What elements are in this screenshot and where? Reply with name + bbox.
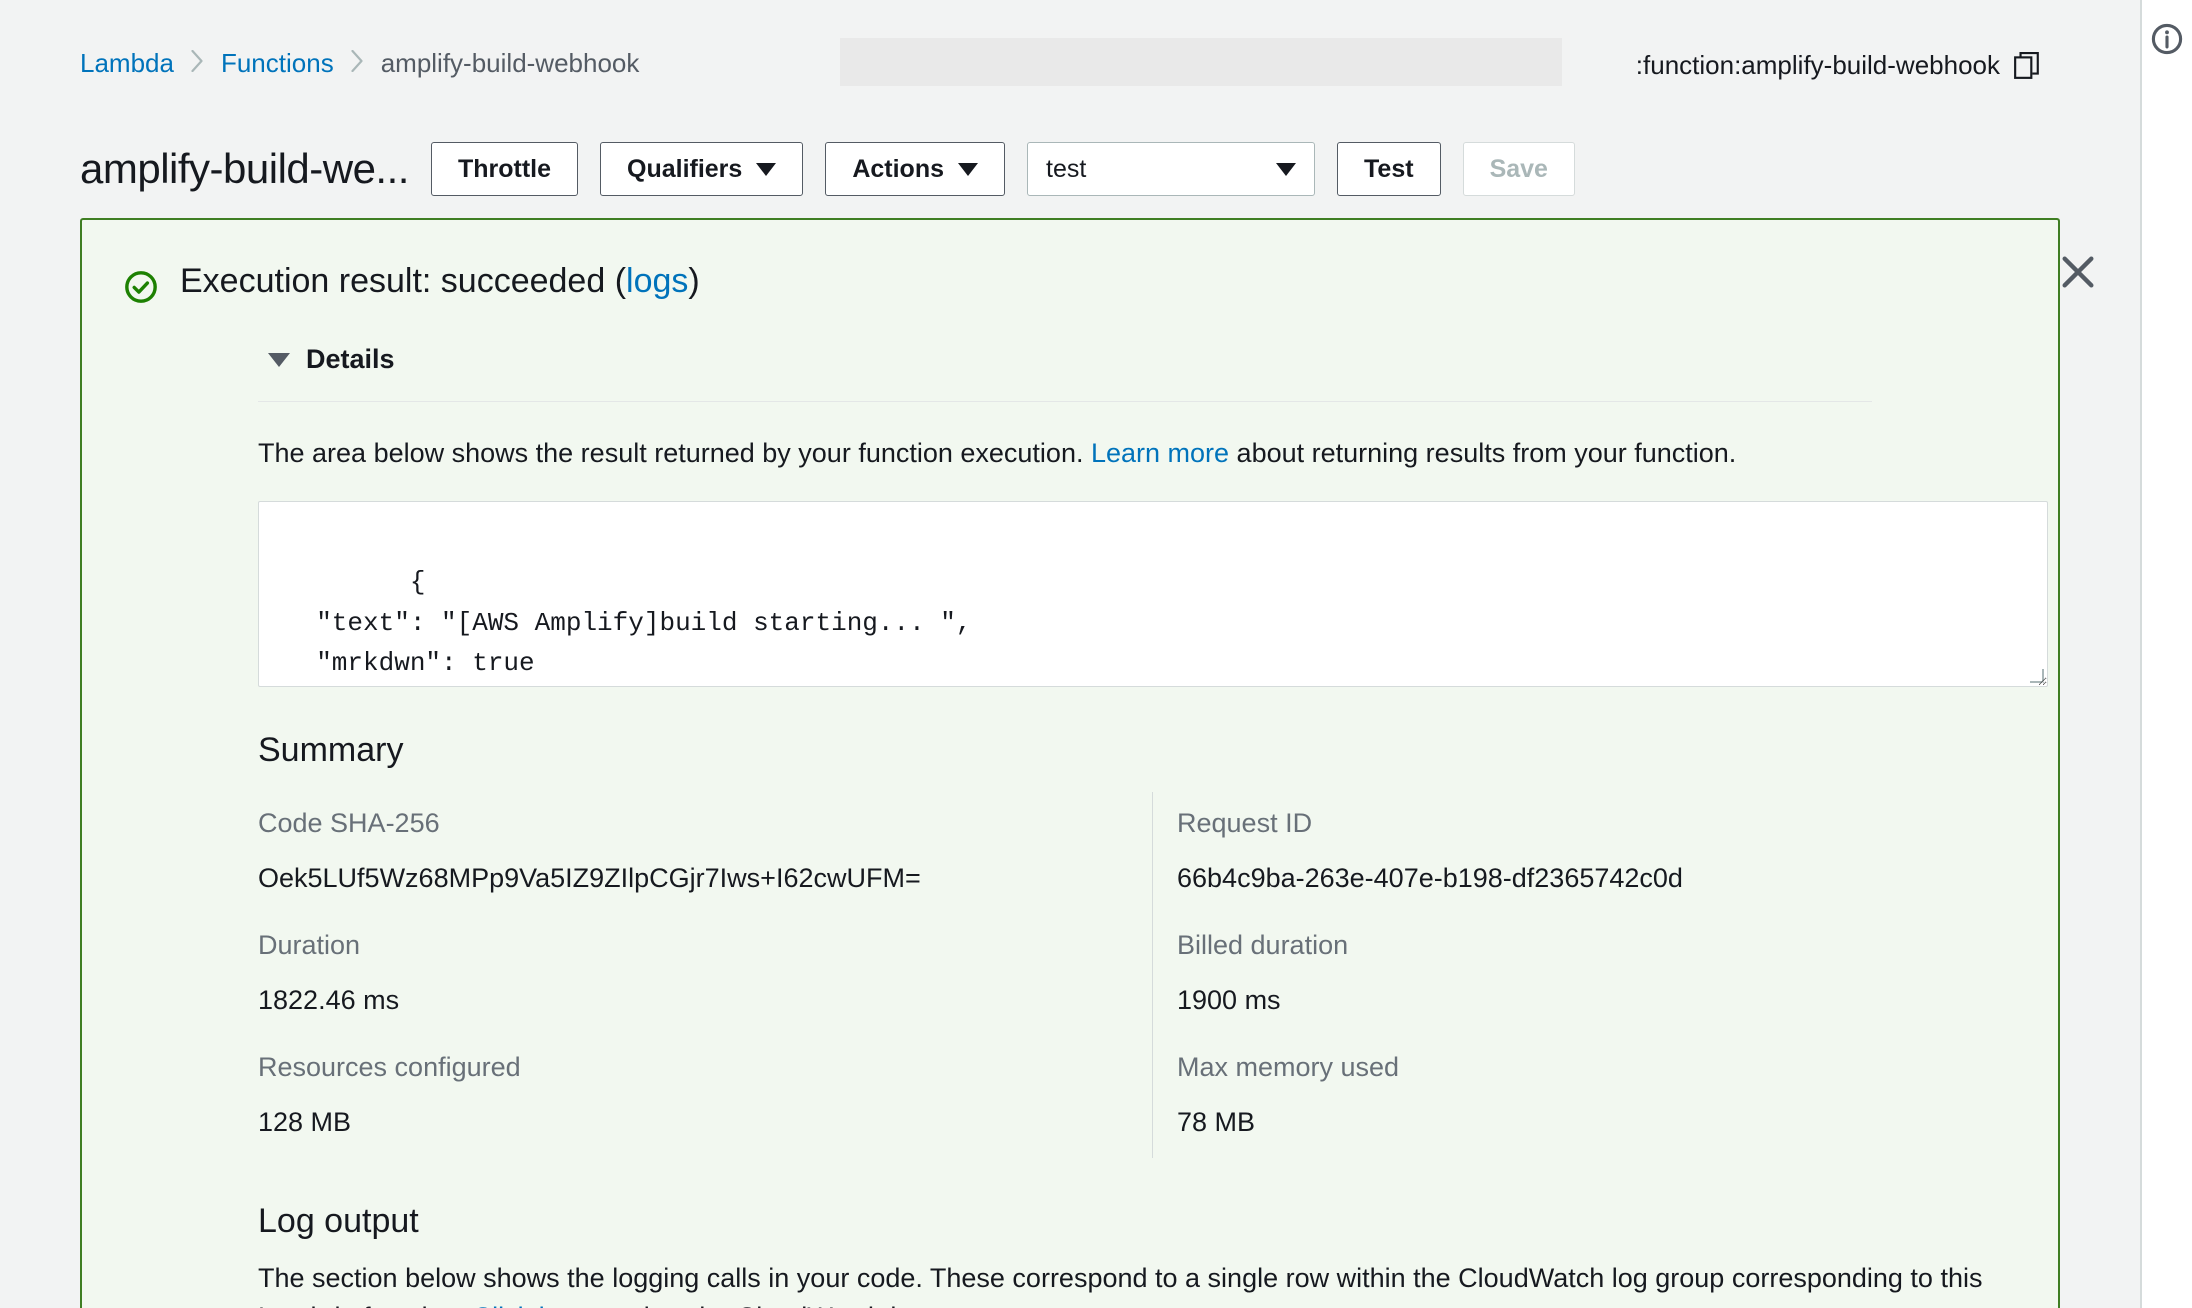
result-description-before: The area below shows the result returned… <box>258 438 1091 468</box>
details-toggle[interactable]: Details <box>268 344 395 375</box>
actions-button[interactable]: Actions <box>825 142 1006 196</box>
summary-value: 66b4c9ba-263e-407e-b198-df2365742c0d <box>1177 863 1683 894</box>
summary-field-resources-configured: Resources configured 128 MB <box>258 1036 1153 1158</box>
qualifiers-button-label: Qualifiers <box>627 154 743 183</box>
details-divider <box>258 401 1872 402</box>
main-content-column: Lambda Functions amplify-build-webhook :… <box>0 0 2140 1308</box>
breadcrumb-item-functions[interactable]: Functions <box>221 48 334 79</box>
actions-button-label: Actions <box>852 154 945 183</box>
learn-more-link[interactable]: Learn more <box>1091 438 1229 468</box>
summary-field-max-memory-used: Max memory used 78 MB <box>1152 1036 2048 1159</box>
execution-result-header: Execution result: succeeded (logs) <box>82 220 2058 304</box>
summary-value: Oek5LUf5Wz68MPp9Va5IZ9ZIlpCGjr7Iws+I62cw… <box>258 863 921 894</box>
summary-value: 1900 ms <box>1177 985 1281 1016</box>
logs-link[interactable]: logs <box>626 262 688 300</box>
summary-field-code-sha: Code SHA-256 Oek5LUf5Wz68MPp9Va5IZ9ZIlpC… <box>258 792 1153 914</box>
breadcrumb-separator-icon <box>191 48 204 79</box>
close-icon[interactable] <box>2058 252 2098 292</box>
summary-label: Max memory used <box>1177 1052 1400 1083</box>
breadcrumb-item-current: amplify-build-webhook <box>380 48 640 78</box>
page-title: amplify-build-we... <box>80 145 409 192</box>
lambda-console-page: Lambda Functions amplify-build-webhook :… <box>0 0 2192 1308</box>
breadcrumb-item-lambda[interactable]: Lambda <box>80 48 174 79</box>
test-event-select[interactable]: test <box>1027 142 1316 196</box>
result-payload-text: { "text": "[AWS Amplify]build starting..… <box>316 567 972 679</box>
triangle-down-icon <box>268 352 290 367</box>
chevron-down-icon-select <box>1276 162 1297 176</box>
summary-field-request-id: Request ID 66b4c9ba-263e-407e-b198-df236… <box>1152 792 2048 915</box>
result-payload-box[interactable]: { "text": "[AWS Amplify]build starting..… <box>258 501 2048 688</box>
right-info-rail <box>2140 0 2192 1308</box>
summary-label: Billed duration <box>1177 930 1349 961</box>
test-button-label: Test <box>1364 154 1414 183</box>
chevron-down-icon-actions <box>958 162 979 176</box>
execution-result-title-suffix: ) <box>688 262 700 300</box>
breadcrumb-separator-icon-2 <box>351 48 364 79</box>
summary-field-duration: Duration 1822.46 ms <box>258 914 1153 1036</box>
test-button[interactable]: Test <box>1337 142 1441 196</box>
chevron-down-icon <box>756 162 777 176</box>
summary-value: 1822.46 ms <box>258 985 400 1016</box>
summary-grid: Code SHA-256 Oek5LUf5Wz68MPp9Va5IZ9ZIlpC… <box>258 792 2048 1159</box>
summary-label: Code SHA-256 <box>258 808 440 839</box>
save-button[interactable]: Save <box>1462 142 1575 196</box>
summary-value: 128 MB <box>258 1107 352 1138</box>
save-button-label: Save <box>1489 154 1548 183</box>
execution-result-panel: Execution result: succeeded (logs) Detai… <box>80 218 2060 1308</box>
details-toggle-label: Details <box>306 344 395 374</box>
summary-value: 78 MB <box>1177 1107 1256 1138</box>
throttle-button[interactable]: Throttle <box>430 142 578 196</box>
test-event-select-value: test <box>1046 154 1087 183</box>
summary-field-billed-duration: Billed duration 1900 ms <box>1152 914 2048 1037</box>
throttle-button-label: Throttle <box>457 154 551 183</box>
click-here-link[interactable]: Click here <box>473 1302 593 1308</box>
arn-text: :function:amplify-build-webhook <box>1635 50 2000 80</box>
resize-handle[interactable] <box>2030 669 2044 684</box>
page-header-toolbar: amplify-build-we... Throttle Qualifiers … <box>80 140 2040 198</box>
execution-result-title-prefix: Execution result: succeeded ( <box>180 262 627 300</box>
summary-label: Request ID <box>1177 808 1313 839</box>
breadcrumb: Lambda Functions amplify-build-webhook <box>80 48 639 79</box>
copy-icon[interactable] <box>2014 51 2040 80</box>
summary-heading: Summary <box>258 731 404 770</box>
result-description: The area below shows the result returned… <box>258 434 2038 473</box>
log-output-description-after: to view the CloudWatch log group. <box>593 1302 1010 1308</box>
summary-label: Duration <box>258 930 361 961</box>
execution-result-title: Execution result: succeeded (logs) <box>180 262 700 301</box>
result-description-after: about returning results from your functi… <box>1229 438 1737 468</box>
success-check-icon <box>125 271 157 303</box>
log-output-heading: Log output <box>258 1202 419 1241</box>
info-circle-icon[interactable] <box>2150 22 2184 56</box>
qualifiers-button[interactable]: Qualifiers <box>600 142 804 196</box>
arn-redacted-block <box>840 38 1562 86</box>
summary-label: Resources configured <box>258 1052 521 1083</box>
log-output-description: The section below shows the logging call… <box>258 1259 2038 1308</box>
function-arn: :function:amplify-build-webhook <box>1636 50 2040 81</box>
